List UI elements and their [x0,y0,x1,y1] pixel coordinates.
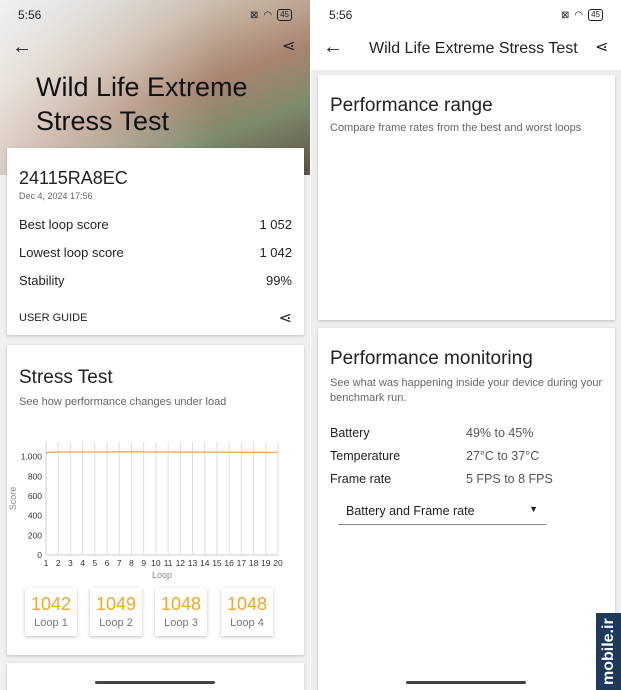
x-tick-label: 19 [261,558,271,568]
x-tick-label: 12 [176,558,186,568]
mute-icon: ⊠ [249,9,259,21]
next-card [7,663,304,690]
battery-icon: 45 [588,9,603,21]
device-name: 24115RA8EC [19,168,128,188]
section-title: Performance monitoring [330,348,533,369]
monitoring-chart: 02004006008001,00001020304050Wild Life E… [311,545,621,690]
x-tick-label: 11 [164,558,173,568]
x-axis-label: Loop [152,570,172,580]
loop-tile[interactable]: 1048 Loop 3 [155,588,207,636]
status-bar: 5:56 ⊠ ◠ 45 [311,0,621,30]
loop-tile[interactable]: 1048 Loop 4 [221,588,273,636]
x-tick-label: 7 [117,558,122,568]
stat-label: Lowest loop score [19,245,124,260]
y-tick-label: 1,000 [21,452,43,462]
x-tick-label: 17 [237,558,247,568]
section-subtitle: See what was happening inside your devic… [330,377,603,404]
left-screen: 5:56 ⊠ ◠ 45 ← ⋖ Wild Life Extreme Stress T… [0,0,310,690]
x-tick-label: 14 [200,558,210,568]
section-title: Performance range [330,95,493,116]
y-tick-label: 200 [28,530,42,540]
page-title: Wild Life Extreme Stress Test [36,72,248,136]
home-indicator[interactable] [95,681,215,684]
monitor-row: Frame rate 5 FPS to 8 FPS [330,472,553,486]
result-date: Dec 4, 2024 17:56 [19,191,93,201]
y-tick-label: 800 [28,471,42,481]
battery-icon: 45 [277,9,292,21]
share-icon[interactable]: ⋖ [279,308,292,328]
x-tick-label: 6 [105,558,110,568]
stat-label: Stability [19,273,65,288]
mute-icon: ⊠ [560,9,570,21]
x-tick-label: 10 [151,558,161,568]
section-subtitle: Compare frame rates from the best and wo… [330,122,582,134]
x-tick-label: 1 [44,558,49,568]
user-guide-link[interactable]: USER GUIDE [19,312,87,324]
section-title: Stress Test [19,367,113,388]
stat-row: Best loop score 1 052 [19,217,292,232]
clock: 5:56 [329,8,353,22]
y-tick-label: 0 [37,550,42,560]
wifi-icon: ◠ [263,9,273,21]
page-title: Wild Life Extreme Stress Test [369,40,578,57]
monitor-row: Battery 49% to 45% [330,426,534,440]
stat-value: 1 042 [259,245,292,260]
dropdown-arrow-icon: ▼ [529,504,538,514]
loop-tile[interactable]: 1042 Loop 1 [25,588,77,636]
wifi-icon: ◠ [574,9,584,21]
clock: 5:56 [18,8,42,22]
back-arrow-icon[interactable]: ← [323,36,343,59]
chart-type-dropdown[interactable]: Battery and Frame rate ▼ [338,498,546,525]
loop-tile[interactable]: 1049 Loop 2 [90,588,142,636]
watermark: mobile.ir [596,613,621,690]
result-card: 24115RA8EC Dec 4, 2024 17:56 Best loop s… [7,148,304,335]
x-tick-label: 20 [273,558,283,568]
x-tick-label: 8 [129,558,134,568]
stat-label: Best loop score [19,217,109,232]
stat-row: Lowest loop score 1 042 [19,245,292,260]
score-chart: 1 2 3 4 5 6 7 8 9 10 11 12 13 14 15 16 17 18 19 20020040060… [8,442,283,580]
right-screen: 5:56 ⊠ ◠ 45 ← Wild Life Extreme Stress Tes… [311,0,621,690]
section-subtitle: See how performance changes under load [19,396,227,408]
home-indicator[interactable] [406,681,526,684]
monitor-row: Temperature 27°C to 37°C [330,449,540,463]
x-tick-label: 18 [249,558,259,568]
x-tick-label: 5 [92,558,97,568]
status-bar: 5:56 ⊠ ◠ 45 [0,0,310,30]
frame-rate-chart: 01020304050012345678Time (seconds)Frame … [311,165,621,310]
app-bar: ← Wild Life Extreme Stress Test ⋖ [311,30,621,70]
share-icon[interactable]: ⋖ [595,37,608,57]
x-tick-label: 4 [80,558,85,568]
x-tick-label: 9 [141,558,146,568]
x-tick-label: 16 [224,558,234,568]
stat-value: 99% [265,273,292,288]
y-tick-label: 400 [28,511,42,521]
x-tick-label: 15 [212,558,222,568]
x-tick-label: 2 [56,558,61,568]
stat-row: Stability 99% [19,273,292,288]
y-axis-label: Score [8,487,18,511]
share-icon[interactable]: ⋖ [282,36,295,56]
x-tick-label: 3 [68,558,73,568]
back-arrow-icon[interactable]: ← [12,36,32,59]
stat-value: 1 052 [259,217,292,232]
y-tick-label: 600 [28,491,42,501]
series-line-0 [45,450,278,454]
x-tick-label: 13 [188,558,198,568]
